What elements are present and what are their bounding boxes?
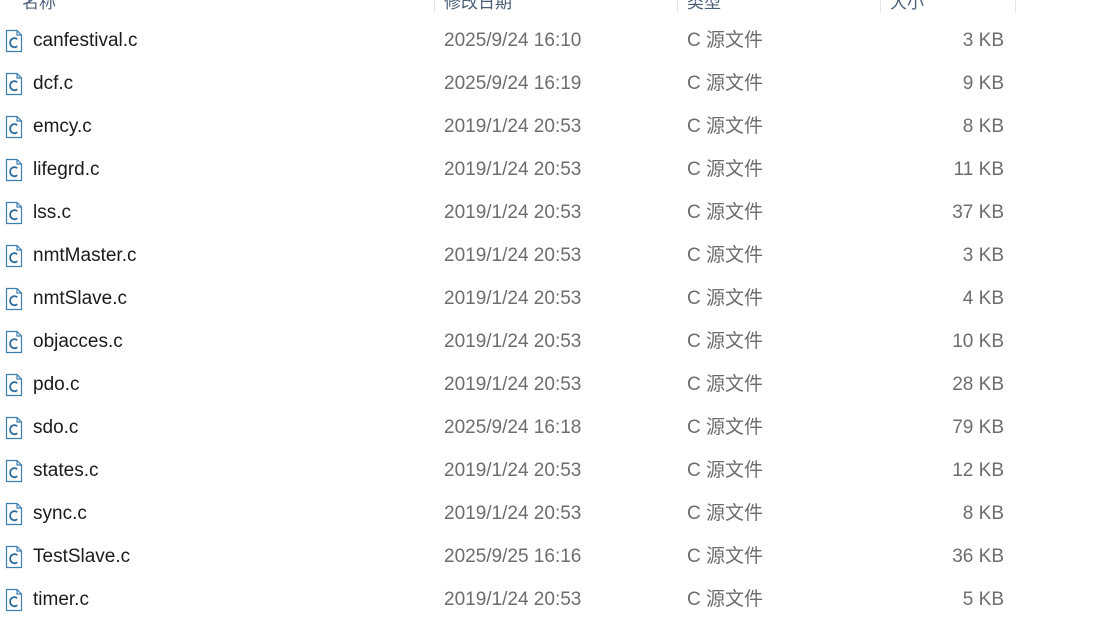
file-modified-date: 2025/9/25 16:16 [444,546,582,567]
file-modified-date: 2025/9/24 16:18 [444,417,582,438]
file-size: 9 KB [962,73,1004,94]
file-type: C 源文件 [687,460,764,481]
file-modified-date: 2019/1/24 20:53 [444,460,582,481]
file-size: 28 KB [952,374,1004,395]
file-row[interactable]: sync.c 2019/1/24 20:53 C 源文件 8 KB [0,493,1016,536]
file-row[interactable]: TestSlave.c 2025/9/25 16:16 C 源文件 36 KB [0,536,1016,579]
file-size: 8 KB [962,503,1004,524]
file-modified-date: 2019/1/24 20:53 [444,374,582,395]
file-row[interactable]: dcf.c 2025/9/24 16:19 C 源文件 9 KB [0,63,1016,106]
c-source-file-icon [5,330,23,354]
file-row[interactable]: nmtSlave.c 2019/1/24 20:53 C 源文件 4 KB [0,278,1016,321]
file-type: C 源文件 [687,116,764,137]
file-type: C 源文件 [687,159,764,180]
c-source-file-icon [5,459,23,483]
c-source-file-icon [5,72,23,96]
file-name[interactable]: states.c [33,460,98,482]
file-name[interactable]: nmtMaster.c [33,245,136,267]
c-source-file-icon [5,545,23,569]
c-source-file-icon [5,115,23,139]
file-row[interactable]: emcy.c 2019/1/24 20:53 C 源文件 8 KB [0,106,1016,149]
file-type: C 源文件 [687,546,764,567]
file-size: 8 KB [962,116,1004,137]
file-type: C 源文件 [687,245,764,266]
file-rows: canfestival.c 2025/9/24 16:10 C 源文件 3 KB dcf… [0,20,1110,622]
column-divider[interactable] [677,0,678,12]
file-row[interactable]: lss.c 2019/1/24 20:53 C 源文件 37 KB [0,192,1016,235]
column-header-type[interactable]: 类型 [687,0,721,12]
file-modified-date: 2019/1/24 20:53 [444,116,582,137]
file-type: C 源文件 [687,202,764,223]
file-row[interactable]: canfestival.c 2025/9/24 16:10 C 源文件 3 KB [0,20,1016,63]
file-type: C 源文件 [687,589,764,610]
column-header-size[interactable]: 大小 [890,0,924,12]
file-modified-date: 2019/1/24 20:53 [444,331,582,352]
file-row[interactable]: states.c 2019/1/24 20:53 C 源文件 12 KB [0,450,1016,493]
file-name[interactable]: lss.c [33,202,71,224]
file-name[interactable]: sdo.c [33,417,78,439]
file-size: 37 KB [952,202,1004,223]
file-row[interactable]: lifegrd.c 2019/1/24 20:53 C 源文件 11 KB [0,149,1016,192]
column-divider[interactable] [1015,0,1016,12]
column-divider[interactable] [434,0,435,12]
file-type: C 源文件 [687,417,764,438]
file-type: C 源文件 [687,374,764,395]
file-row[interactable]: timer.c 2019/1/24 20:53 C 源文件 5 KB [0,579,1016,622]
file-modified-date: 2019/1/24 20:53 [444,159,582,180]
file-size: 5 KB [962,589,1004,610]
file-size: 4 KB [962,288,1004,309]
file-name[interactable]: emcy.c [33,116,92,138]
file-size: 11 KB [953,159,1004,180]
file-row[interactable]: nmtMaster.c 2019/1/24 20:53 C 源文件 3 KB [0,235,1016,278]
file-size: 36 KB [952,546,1004,567]
file-type: C 源文件 [687,73,764,94]
file-type: C 源文件 [687,503,764,524]
c-source-file-icon [5,158,23,182]
file-row[interactable]: sdo.c 2025/9/24 16:18 C 源文件 79 KB [0,407,1016,450]
file-name[interactable]: pdo.c [33,374,79,396]
file-size: 3 KB [962,245,1004,266]
c-source-file-icon [5,244,23,268]
column-header-name[interactable]: 名称 [22,0,56,12]
file-modified-date: 2019/1/24 20:53 [444,288,582,309]
c-source-file-icon [5,287,23,311]
c-source-file-icon [5,201,23,225]
file-size: 3 KB [962,30,1004,51]
file-modified-date: 2025/9/24 16:19 [444,73,582,94]
c-source-file-icon [5,373,23,397]
c-source-file-icon [5,502,23,526]
file-modified-date: 2019/1/24 20:53 [444,245,582,266]
file-row[interactable]: objacces.c 2019/1/24 20:53 C 源文件 10 KB [0,321,1016,364]
file-name[interactable]: objacces.c [33,331,123,353]
file-name[interactable]: sync.c [33,503,87,525]
file-size: 79 KB [952,417,1004,438]
file-name[interactable]: timer.c [33,589,89,611]
file-modified-date: 2025/9/24 16:10 [444,30,582,51]
file-modified-date: 2019/1/24 20:53 [444,202,582,223]
file-name[interactable]: dcf.c [33,73,73,95]
column-header-modified[interactable]: 修改日期 [444,0,512,12]
file-list-view: 名称 修改日期 类型 大小 canfestival.c 2025/9/24 16:… [0,0,1110,643]
file-type: C 源文件 [687,288,764,309]
file-size: 10 KB [952,331,1004,352]
file-name[interactable]: nmtSlave.c [33,288,127,310]
file-modified-date: 2019/1/24 20:53 [444,589,582,610]
file-type: C 源文件 [687,30,764,51]
c-source-file-icon [5,588,23,612]
file-size: 12 KB [952,460,1004,481]
column-header-row: 名称 修改日期 类型 大小 [0,0,1110,12]
file-name[interactable]: TestSlave.c [33,546,130,568]
column-divider[interactable] [880,0,881,12]
file-type: C 源文件 [687,331,764,352]
file-modified-date: 2019/1/24 20:53 [444,503,582,524]
c-source-file-icon [5,416,23,440]
c-source-file-icon [5,29,23,53]
file-row[interactable]: pdo.c 2019/1/24 20:53 C 源文件 28 KB [0,364,1016,407]
file-name[interactable]: canfestival.c [33,30,138,52]
file-name[interactable]: lifegrd.c [33,159,100,181]
